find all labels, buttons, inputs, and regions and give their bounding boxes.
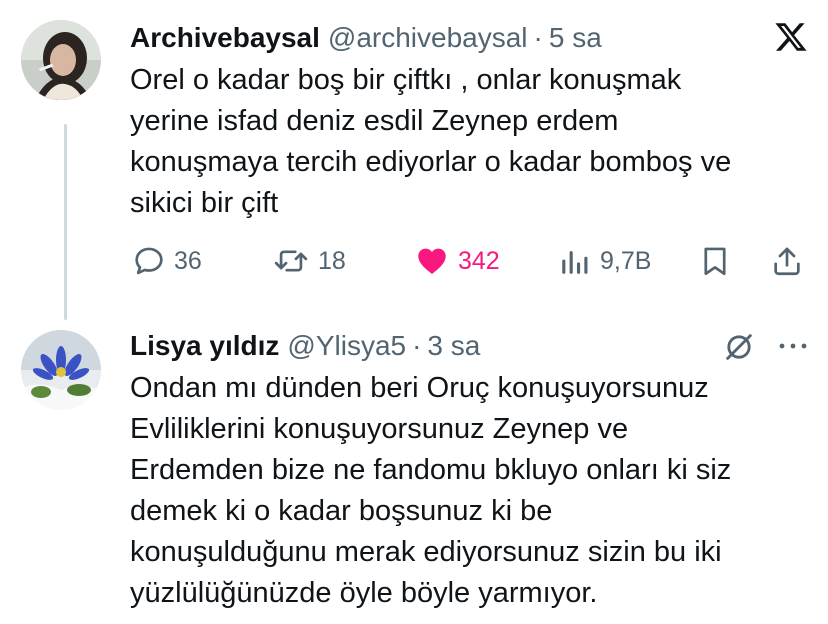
share-icon [774,247,800,276]
separator-dot: · [412,330,422,361]
display-name[interactable]: Archivebaysal [130,21,320,55]
reply-text: Ondan mı dünden beri Oruç konuşuyorsunuz… [130,368,731,614]
avatar-lisya[interactable] [21,330,101,410]
user-handle[interactable]: @archivebaysal [328,21,528,55]
like-count: 342 [458,246,500,275]
views-bar-chart-icon [562,251,588,274]
reply-text-line: konuşulduğunu merak ediyorsunuz sizin bu… [130,536,722,568]
reply-text-line: Ondan mı dünden beri Oruç konuşuyorsunuz [130,372,709,404]
bookmark-icon [704,247,726,276]
reply-button[interactable]: 36 [132,240,202,282]
repost-button[interactable]: 18 [272,240,346,282]
repost-icon [274,250,308,272]
heart-icon [418,248,446,275]
like-button[interactable]: 342 [414,240,500,282]
separator-dot: · [533,22,543,53]
reply-time[interactable]: 3 sa [427,329,480,363]
tweet-action-bar: 36 18 342 9,7B [130,240,810,282]
more-options-icon[interactable] [776,336,810,361]
reply-count: 36 [174,246,202,275]
grok-slash-circle-icon[interactable] [722,330,756,369]
tweet-text-line: konuşmaya tercih ediyorlar o kadar bombo… [130,146,732,178]
reply-header: Lisya yıldız @Ylisya5 · 3 sa [130,329,480,363]
reply-text-line: Evliliklerini konuşuyorsunuz Zeynep ve [130,413,629,445]
reply-text-line: Erdemden bize ne fandomu bkluyo onları k… [130,454,732,486]
user-handle[interactable]: @Ylisya5 [287,329,406,363]
bookmark-button[interactable] [698,240,732,282]
reply-text-line: yüzlülüğünüzde öyle böyle yarmıyor. [130,577,598,609]
views-button[interactable]: 9,7B [558,240,651,282]
repost-count: 18 [318,246,346,275]
comment-icon [135,247,163,275]
tweet-text-line: sikici bir çift [130,187,279,219]
x-logo-icon[interactable] [774,20,808,59]
avatar-archivebaysal[interactable] [21,20,101,100]
views-count: 9,7B [600,246,652,275]
thread-connector-line [64,124,67,320]
share-button[interactable] [770,240,804,282]
tweet-text-line: Orel o kadar boş bir çiftkı , onlar konu… [130,64,682,96]
tweet-time[interactable]: 5 sa [549,21,602,55]
tweet-text: Orel o kadar boş bir çiftkı , onlar konu… [130,60,731,224]
tweet-text-line: yerine isfad deniz esdil Zeynep erdem [130,105,619,137]
tweet-header: Archivebaysal @archivebaysal · 5 sa [130,21,602,55]
reply-text-line: demek ki o kadar boşsunuz ki be [130,495,553,527]
display-name[interactable]: Lisya yıldız [130,329,279,363]
